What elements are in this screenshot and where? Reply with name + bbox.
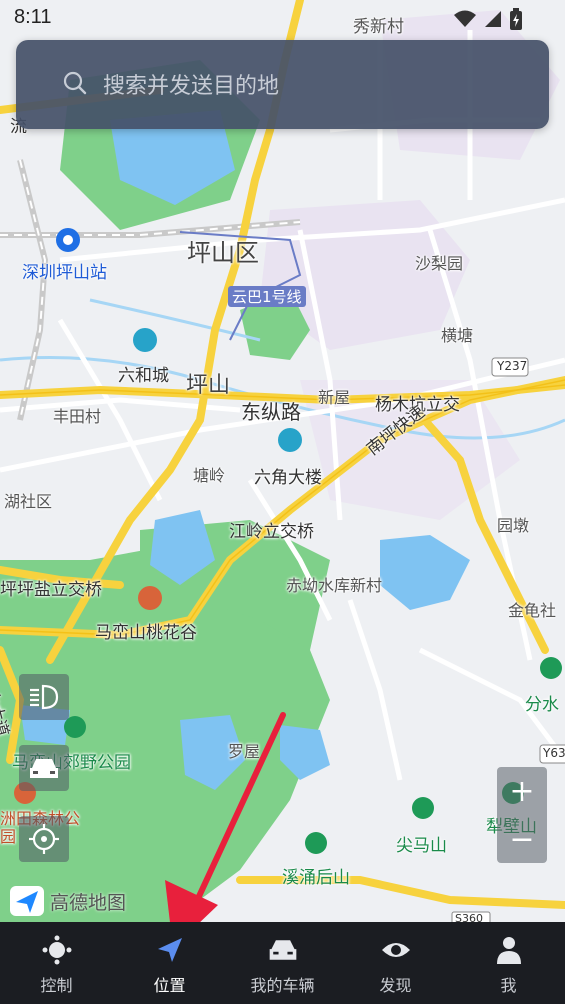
search-bar[interactable]: 搜索并发送目的地: [16, 40, 549, 129]
amap-logo-icon: [10, 886, 44, 916]
nav-label-discover: 发现: [379, 976, 412, 995]
map-label-tangling: 塘岭: [193, 466, 226, 485]
amap-logo: 高德地图: [10, 886, 126, 916]
map-label-y63: Y63: [543, 746, 565, 760]
map-label-pingshan: 坪山: [186, 373, 231, 398]
headlight-icon: [30, 684, 59, 710]
map-label-dongzonglu: 东纵路: [241, 400, 301, 424]
map-label-pingshanqu: 坪山区: [187, 239, 259, 267]
map-label-fenshui: 分水: [525, 695, 559, 715]
search-placeholder: 搜索并发送目的地: [103, 74, 280, 99]
map-label-yuandun: 园墩: [497, 516, 530, 535]
nav-label-control: 控制: [40, 976, 73, 995]
map-label-yunba-line: 云巴1号线: [228, 286, 306, 307]
map-label-pingyan-interchange: 坪坪盐立交桥: [0, 580, 102, 600]
map-label-chiao-reservoir-village: 赤坳水库新村: [286, 576, 383, 595]
map-label-jinguishe: 金龟社: [508, 601, 557, 620]
map-label-y237: Y237: [497, 359, 528, 373]
battery-icon: [510, 8, 522, 30]
location-icon: [157, 938, 182, 962]
status-icons: [453, 8, 523, 30]
status-bar: 8:11: [0, 0, 565, 38]
map-label-jianmashan: 尖马山: [396, 836, 447, 856]
map-label-hushequ: 湖社区: [4, 492, 53, 511]
bottom-nav: 控制 位置 我的车辆 发现 我: [0, 922, 565, 1004]
nav-label-location: 位置: [153, 976, 186, 995]
map-label-liujiaodalou: 六角大楼: [254, 468, 322, 488]
map-label-luowu: 罗屋: [228, 742, 261, 761]
amap-logo-text: 高德地图: [50, 891, 127, 914]
map-label-jiangling-interchange: 江岭立交桥: [229, 522, 314, 542]
nav-item-control[interactable]: 控制: [0, 922, 113, 1004]
map-label-s360: S360: [455, 912, 483, 922]
search-icon: [63, 71, 87, 95]
map-canvas: [0, 0, 565, 922]
nav-item-location[interactable]: 位置: [113, 922, 226, 1004]
control-icon: [42, 935, 71, 965]
car-icon: [269, 940, 296, 960]
person-icon: [496, 937, 521, 964]
plus-icon: +: [509, 773, 535, 809]
map-label-maluanshan-taohuagu: 马峦山桃花谷: [95, 623, 197, 643]
map-label-fengtiancun: 丰田村: [53, 407, 102, 426]
headlight-button[interactable]: [19, 674, 69, 720]
status-time: 8:11: [14, 6, 52, 28]
nav-item-discover[interactable]: 发现: [339, 922, 452, 1004]
vehicle-view-button[interactable]: [19, 745, 69, 791]
car-front-icon: [30, 759, 58, 778]
locate-button[interactable]: [19, 816, 69, 862]
zoom-in-button[interactable]: +: [497, 767, 547, 815]
map-label-xiyong-houshan: 溪涌后山: [282, 868, 350, 888]
nav-label-my-vehicle: 我的车辆: [250, 976, 315, 995]
signal-icon: [485, 11, 501, 27]
map-label-hengtang: 横塘: [441, 326, 474, 345]
map-view[interactable]: 秀新村 坪山区 深圳坪山站 云巴1号线 沙梨园 横塘 六和城 坪山 新屋 杨木坑…: [0, 0, 565, 922]
minus-icon: −: [509, 821, 535, 857]
map-label-shaliyuan: 沙梨园: [415, 254, 464, 273]
map-label-shenzhen-pingshan-station: 深圳坪山站: [22, 263, 107, 283]
crosshair-icon: [29, 824, 59, 854]
nav-item-me[interactable]: 我: [452, 922, 565, 1004]
eye-icon: [381, 943, 410, 957]
zoom-control: + −: [497, 767, 547, 863]
nav-item-my-vehicle[interactable]: 我的车辆: [226, 922, 339, 1004]
nav-label-me: 我: [500, 976, 517, 995]
map-label-liuhecheng: 六和城: [118, 366, 169, 386]
wifi-icon: [454, 10, 476, 27]
zoom-out-button[interactable]: −: [497, 815, 547, 863]
map-label-xinwu: 新屋: [318, 388, 351, 407]
